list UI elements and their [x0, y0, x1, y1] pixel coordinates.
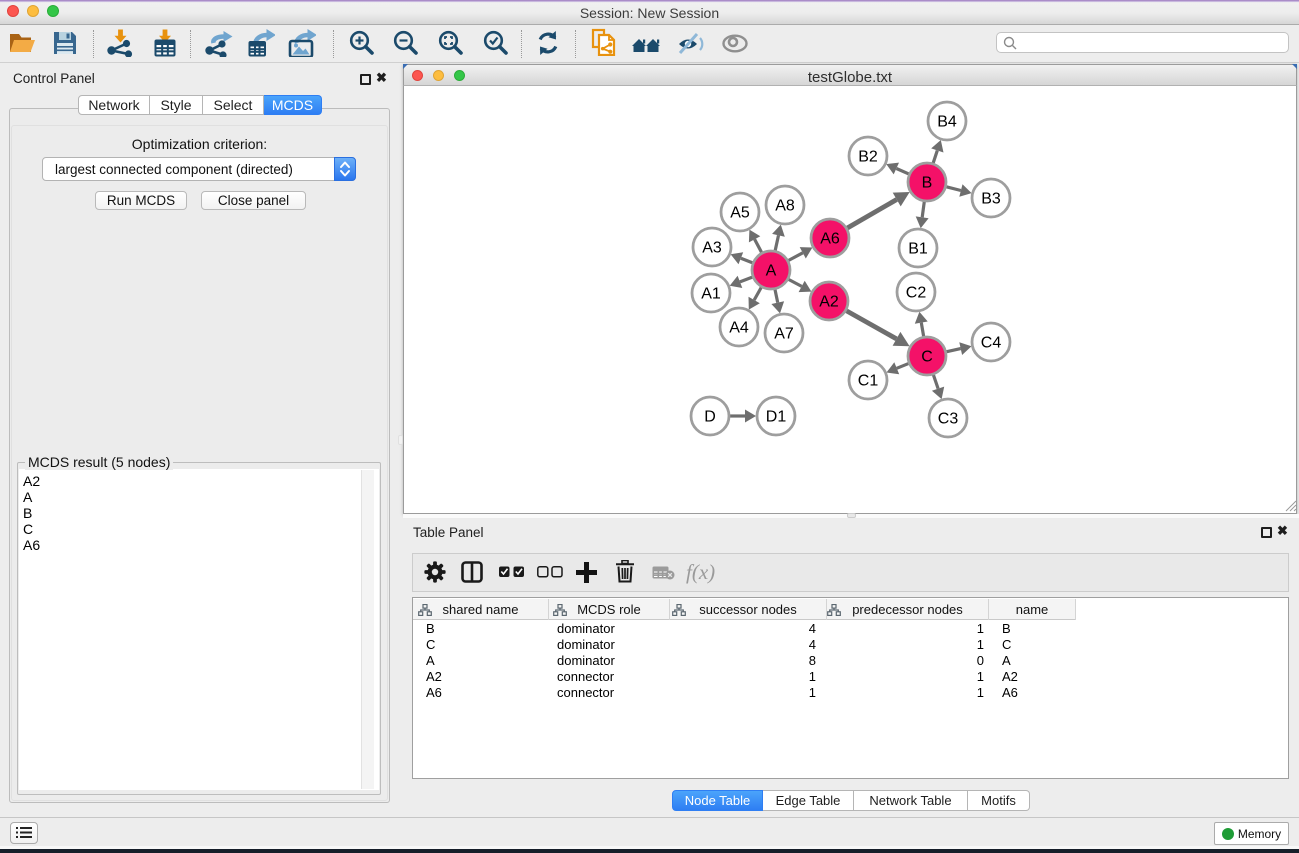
svg-text:B1: B1 — [908, 241, 928, 258]
svg-text:B: B — [922, 175, 933, 192]
svg-text:A1: A1 — [701, 286, 721, 303]
svg-text:C3: C3 — [938, 411, 959, 428]
svg-text:B4: B4 — [937, 114, 957, 131]
svg-text:A5: A5 — [730, 205, 750, 222]
svg-text:C: C — [921, 349, 933, 366]
svg-text:B2: B2 — [858, 149, 878, 166]
svg-text:A6: A6 — [820, 231, 840, 248]
svg-text:D: D — [704, 409, 716, 426]
svg-text:C2: C2 — [906, 285, 927, 302]
svg-text:A8: A8 — [775, 198, 795, 215]
svg-text:C4: C4 — [981, 335, 1002, 352]
svg-text:A7: A7 — [774, 326, 794, 343]
svg-text:A3: A3 — [702, 240, 722, 257]
svg-text:C1: C1 — [858, 373, 879, 390]
svg-text:A4: A4 — [729, 320, 749, 337]
svg-text:D1: D1 — [766, 409, 787, 426]
svg-text:A: A — [766, 263, 777, 280]
svg-text:A2: A2 — [819, 294, 839, 311]
svg-text:B3: B3 — [981, 191, 1001, 208]
